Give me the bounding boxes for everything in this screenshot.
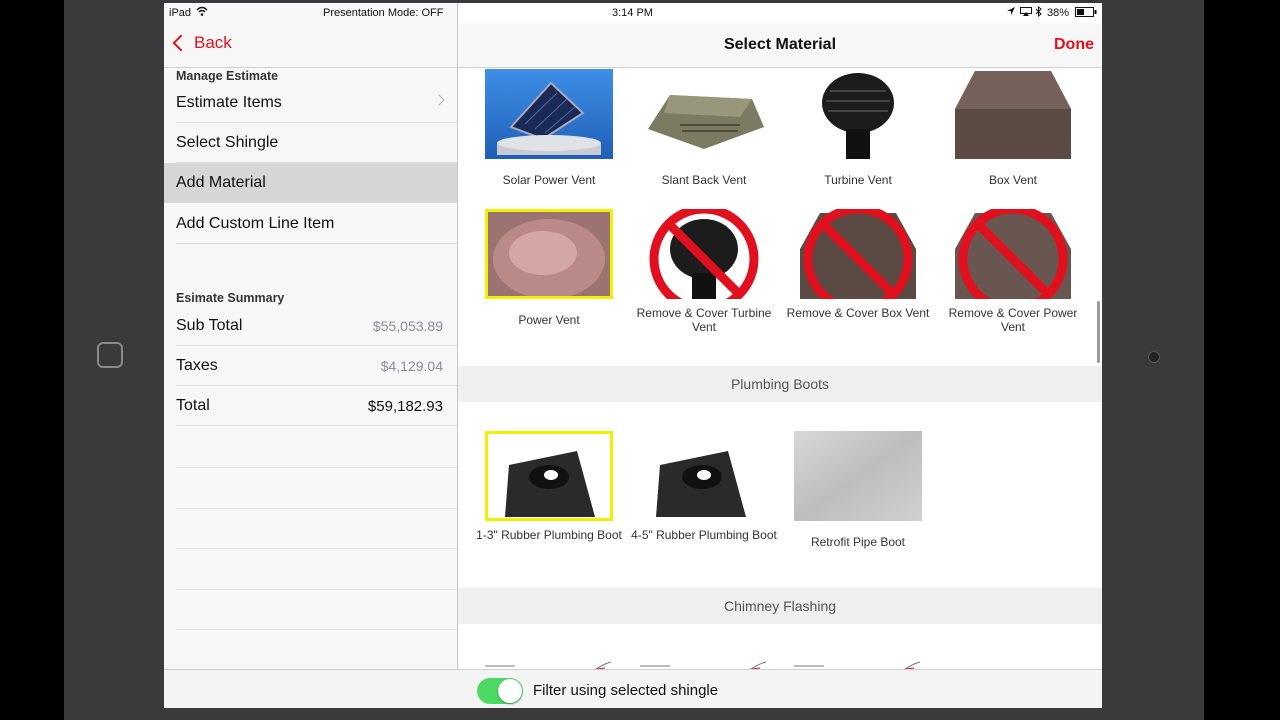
power-vent-image	[485, 209, 613, 299]
menu-item-add-custom-line-item[interactable]: Add Custom Line Item	[164, 204, 457, 244]
home-button-icon[interactable]	[97, 342, 123, 368]
battery-percent: 38%	[1047, 7, 1070, 19]
summary-row-subtotal: Sub Total $55,053.89	[164, 306, 457, 346]
remove-turbine-vent-image	[640, 209, 768, 299]
section-title: Plumbing Boots	[730, 376, 830, 392]
device-name: iPad	[169, 7, 192, 19]
summary-value: $59,182.93	[367, 398, 443, 415]
status-bar: iPad Presentation Mode: OFF 3:14 PM 38%	[164, 3, 1102, 23]
summary-label: Sub Total	[176, 317, 243, 334]
chevron-left-icon	[172, 34, 190, 52]
bluetooth-icon	[1035, 5, 1042, 20]
bottom-toolbar: Filter using selected shingle	[164, 669, 1102, 708]
right-nav-bar: Select Material Done	[458, 23, 1102, 68]
summary-value: $4,129.04	[380, 358, 443, 374]
summary-row-taxes: Taxes $4,129.04	[164, 346, 457, 386]
summary-label: Total	[176, 397, 210, 414]
presentation-mode: Presentation Mode: OFF	[323, 7, 444, 19]
left-nav-bar: Back	[164, 23, 457, 68]
estimate-summary-header: Esimate Summary	[176, 291, 285, 305]
filter-label: Filter using selected shingle	[533, 682, 719, 699]
menu-item-label: Add Material	[176, 174, 266, 191]
chevron-right-icon	[433, 94, 445, 106]
material-label: Slant Back Vent	[661, 173, 747, 187]
summary-value: $55,053.89	[372, 318, 443, 334]
menu-item-estimate-items[interactable]: Estimate Items	[164, 83, 457, 123]
menu-item-label: Add Custom Line Item	[176, 215, 335, 232]
menu-item-label: Estimate Items	[176, 94, 282, 111]
menu-item-select-shingle[interactable]: Select Shingle	[164, 123, 457, 163]
solar-vent-image	[485, 69, 613, 159]
material-label: 4-5" Rubber Plumbing Boot	[631, 528, 777, 542]
material-label: Power Vent	[518, 313, 580, 327]
material-label: Remove & Cover Turbine Vent	[636, 306, 772, 334]
divider	[176, 548, 457, 549]
remove-box-vent-image	[794, 209, 922, 299]
section-header-chimney-flashing: Chimney Flashing	[458, 588, 1102, 624]
toggle-knob	[498, 679, 522, 703]
divider	[176, 467, 457, 468]
location-icon	[1006, 6, 1016, 19]
turbine-vent-image	[794, 69, 922, 159]
wifi-icon	[196, 6, 208, 19]
material-label: Remove & Cover Power Vent	[948, 306, 1078, 334]
menu-item-add-material[interactable]: Add Material	[164, 163, 457, 203]
plumbing-boot-image	[640, 431, 768, 521]
retrofit-pipe-boot-image	[794, 431, 922, 521]
divider	[176, 629, 457, 630]
manage-estimate-header: Manage Estimate	[176, 69, 279, 83]
material-label: 1-3" Rubber Plumbing Boot	[476, 528, 622, 542]
page-title: Select Material	[723, 36, 837, 53]
back-button[interactable]: Back	[172, 33, 232, 53]
summary-row-total: Total $59,182.93	[164, 386, 457, 426]
scrollbar[interactable]	[1097, 301, 1100, 363]
left-panel: Back Manage Estimate Estimate Items Sele…	[164, 3, 458, 708]
box-vent-image	[949, 69, 1077, 159]
remove-power-vent-image	[949, 209, 1077, 299]
material-label: Turbine Vent	[824, 173, 892, 187]
battery-icon	[1075, 7, 1097, 20]
clock: 3:14 PM	[612, 7, 653, 19]
material-label: Solar Power Vent	[502, 173, 596, 187]
right-panel: Select Material Done Solar Power Vent Sl…	[458, 3, 1102, 708]
back-label: Back	[194, 33, 232, 52]
material-label: Retrofit Pipe Boot	[810, 535, 906, 549]
ipad-screen: Back Manage Estimate Estimate Items Sele…	[164, 3, 1102, 708]
divider	[176, 508, 457, 509]
section-title: Chimney Flashing	[723, 598, 837, 614]
slant-back-vent-image	[640, 69, 768, 159]
material-label: Remove & Cover Box Vent	[786, 306, 930, 320]
section-header-plumbing-boots: Plumbing Boots	[458, 366, 1102, 402]
plumbing-boot-image	[485, 431, 613, 521]
done-button[interactable]: Done	[1054, 36, 1094, 54]
filter-toggle[interactable]	[477, 678, 523, 704]
divider	[176, 589, 457, 590]
menu-item-label: Select Shingle	[176, 134, 279, 151]
camera-icon	[1148, 351, 1160, 363]
summary-label: Taxes	[176, 357, 218, 374]
airplay-icon	[1020, 7, 1032, 19]
material-label: Box Vent	[988, 173, 1038, 187]
